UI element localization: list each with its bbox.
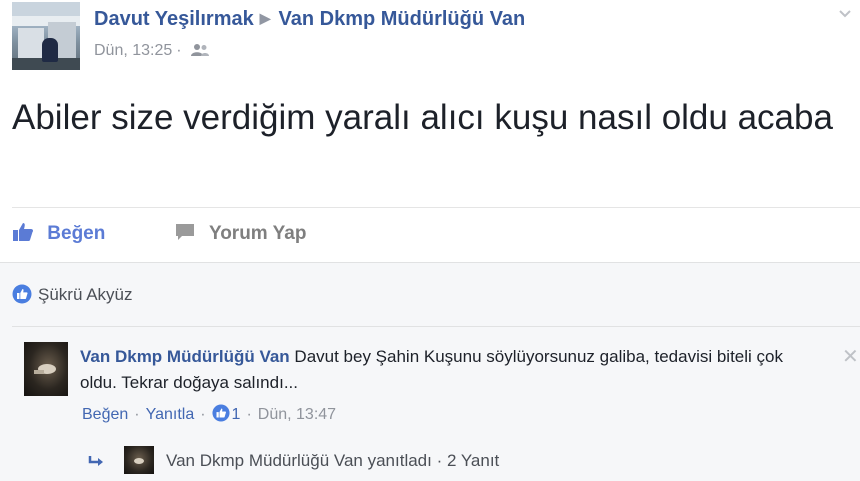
thumbs-up-icon: [12, 223, 47, 244]
like-label: Beğen: [47, 223, 106, 244]
author-avatar[interactable]: [12, 2, 80, 70]
meta-separator: ·: [176, 42, 182, 59]
avatar-bird-tail: [34, 370, 44, 374]
post-meta: Dün, 13:25 ·: [94, 42, 210, 60]
author-name-link[interactable]: Davut Yeşilırmak: [94, 8, 254, 30]
likers-names[interactable]: Şükrü Akyüz: [38, 285, 133, 304]
close-icon[interactable]: ✕: [842, 344, 859, 369]
divider: [12, 207, 860, 208]
comment-icon: [174, 223, 209, 244]
comment-reply-link[interactable]: Yanıtla: [146, 406, 195, 423]
target-page-link[interactable]: Van Dkmp Müdürlüğü Van: [279, 8, 526, 30]
comment-label: Yorum Yap: [208, 223, 307, 244]
like-reaction-icon[interactable]: [211, 404, 230, 427]
post-text: Abiler size verdiğim yaralı alıcı kuşu n…: [12, 98, 833, 137]
divider: [12, 326, 860, 327]
comment-author-link[interactable]: Van Dkmp Müdürlüğü Van: [80, 347, 290, 366]
chevron-down-icon[interactable]: [838, 6, 852, 24]
avatar-building: [18, 28, 44, 62]
avatar-bird: [134, 458, 144, 464]
comment-like-count[interactable]: 1: [232, 406, 241, 423]
view-replies-link[interactable]: Van Dkmp Müdürlüğü Van yanıtladı · 2 Yan…: [88, 446, 499, 474]
reply-arrow-icon: [88, 453, 106, 473]
comment-action-separator: ·: [134, 406, 140, 423]
likers-row[interactable]: Şükrü Akyüz: [12, 284, 133, 309]
friends-icon[interactable]: [190, 42, 210, 59]
comment-like-link[interactable]: Beğen: [82, 406, 128, 423]
comment-avatar[interactable]: [24, 342, 68, 396]
comment-action-separator: ·: [200, 406, 206, 423]
post-timestamp[interactable]: Dün, 13:25: [94, 42, 172, 59]
comment-timestamp[interactable]: Dün, 13:47: [258, 406, 336, 423]
avatar-person: [42, 38, 58, 62]
like-reaction-icon: [12, 284, 32, 309]
post-author-line: Davut Yeşilırmak ▶ Van Dkmp Müdürlüğü Van: [94, 8, 525, 31]
reply-summary-text[interactable]: Van Dkmp Müdürlüğü Van yanıtladı · 2 Yan…: [166, 451, 499, 470]
comment-actions: Beğen · Yanıtla · 1 · Dün, 13:47: [82, 404, 336, 427]
comment-body: Van Dkmp Müdürlüğü Van Davut bey Şahin K…: [80, 344, 820, 396]
comment-button[interactable]: Yorum Yap: [174, 222, 306, 245]
like-button[interactable]: Beğen: [12, 222, 105, 245]
comment-action-separator: ·: [246, 406, 252, 423]
arrow-right-icon: ▶: [259, 10, 271, 26]
reply-avatar: [124, 446, 154, 474]
